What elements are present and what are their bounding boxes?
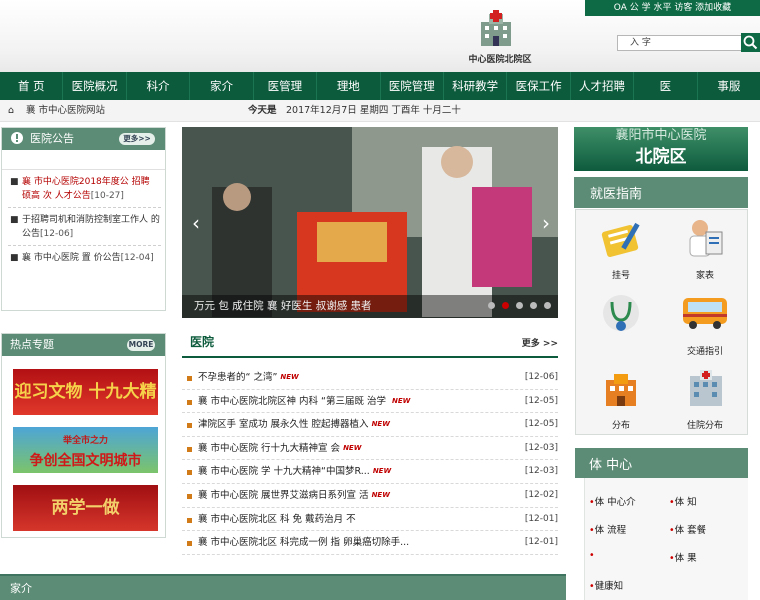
- tijian-title: 体 中心: [589, 458, 633, 473]
- nav-experts[interactable]: 家介: [190, 72, 254, 100]
- slider-dot[interactable]: [544, 302, 551, 309]
- notice-header: 医院公告 更多>>: [2, 128, 165, 150]
- notice-panel: 医院公告 更多>> ■ 襄 市中心医院2018年度公 招聘 硕高 次 人才公告[1…: [1, 127, 166, 311]
- nav-departments[interactable]: 科介: [127, 72, 191, 100]
- nav-recruit[interactable]: 人才招聘: [571, 72, 635, 100]
- banner-civilized-city[interactable]: 举全市之力 争创全国文明城市: [13, 427, 158, 473]
- stethoscope-icon[interactable]: [598, 290, 644, 339]
- slider-dot[interactable]: [530, 302, 537, 309]
- guide-grid: 挂号 家表 交通指引 分布 住院分布: [575, 209, 748, 435]
- tijian-process-link[interactable]: •体 流程: [589, 522, 626, 536]
- main-nav: 首 页 医院概况 科介 家介 医管理 理地 医院管理 科研教学 医保工作 人才招…: [0, 72, 760, 100]
- search-input[interactable]: 入 字: [617, 35, 742, 51]
- nav-home[interactable]: 首 页: [0, 72, 64, 100]
- hot-topics-panel: 热点专题 MORE 迎习文物 十九大精神 举全市之力 争创全国文明城市 两学一做: [1, 333, 166, 538]
- search-icon: [743, 35, 758, 50]
- notice-title: 医院公告: [30, 132, 74, 145]
- notice-item[interactable]: ■ 襄 市中心医院2018年度公 招聘 硕高 次 人才公告[10-27]: [8, 170, 161, 208]
- notice-item[interactable]: ■ 襄 市中心医院 置 价公告[12-04]: [8, 246, 161, 269]
- nav-overview[interactable]: 医院概况: [63, 72, 127, 100]
- district-banner[interactable]: 襄阳市中心医院 北院区: [574, 127, 748, 171]
- slider-dot[interactable]: [488, 302, 495, 309]
- district-line1: 襄阳市中心医院: [615, 128, 707, 143]
- news-item[interactable]: 襄 市中心医院 展世界艾滋病日系列宣 活 NEW [12-02]: [182, 484, 558, 508]
- nav-culture[interactable]: 医: [634, 72, 698, 100]
- today-label: 今天是: [248, 105, 277, 116]
- news-item[interactable]: 不孕患者的“ 之湾” NEW [12-06]: [182, 366, 558, 390]
- news-item[interactable]: 襄 市中心医院 学 十九大精神“中国梦R... NEW [12-03]: [182, 460, 558, 484]
- doctor-schedule-icon[interactable]: [682, 216, 728, 265]
- notice-more-link[interactable]: 更多>>: [119, 133, 155, 145]
- experts-bar: 家介: [0, 574, 566, 600]
- nav-medical-mgmt[interactable]: 医管理: [254, 72, 318, 100]
- tijian-notice-link[interactable]: •体 知: [669, 494, 697, 508]
- nav-research[interactable]: 科研教学: [444, 72, 508, 100]
- guide-label-inpatient[interactable]: 住院分布: [670, 418, 740, 431]
- hot-topics-more-link[interactable]: MORE: [127, 339, 155, 351]
- news-header: 医院 更多 >>: [182, 330, 558, 358]
- guide-header: 就医指南: [574, 177, 748, 208]
- slider-dot[interactable]: [502, 302, 509, 309]
- bus-icon[interactable]: [680, 292, 730, 335]
- nav-nursing[interactable]: 理地: [317, 72, 381, 100]
- hospital-logo-icon: [477, 8, 515, 48]
- news-item[interactable]: 襄 市中心医院北区 科完成一例 指 卵巢癌切除手... [12-01]: [182, 531, 558, 555]
- tijian-header: 体 中心: [575, 448, 748, 478]
- guide-label-distribution[interactable]: 分布: [586, 418, 656, 431]
- slide-caption: 万元 包 成住院 襄 好医生 叔谢感 患者: [194, 300, 372, 312]
- district-line2: 北院区: [635, 147, 687, 167]
- tijian-panel: •体 中心介 •体 知 •体 流程 •体 套餐 • •体 果 •健康知: [584, 478, 748, 600]
- notice-icon: [10, 131, 24, 153]
- hot-topics-title: 热点专题: [10, 338, 54, 351]
- news-list: 不孕患者的“ 之湾” NEW [12-06] 襄 市中心医院北院区神 内科 “第三届…: [182, 366, 558, 555]
- guide-label-registration[interactable]: 挂号: [586, 268, 656, 281]
- nav-hospital-mgmt[interactable]: 医院管理: [381, 72, 444, 100]
- hot-topics-header: 热点专题 MORE: [2, 334, 165, 356]
- tijian-intro-link[interactable]: •体 中心介: [589, 494, 636, 508]
- slider-dots: [488, 302, 551, 309]
- hospital-building-icon[interactable]: [684, 368, 728, 413]
- news-item[interactable]: 襄 市中心医院北区 科 免 戴药治月 不 [12-01]: [182, 508, 558, 532]
- banner-study[interactable]: 迎习文物 十九大精神: [13, 369, 158, 448]
- site-name: 中心医院北院区: [468, 55, 532, 65]
- search-button[interactable]: [741, 33, 760, 52]
- slider-prev-arrow[interactable]: ‹: [192, 211, 200, 235]
- tijian-health-link[interactable]: •健康知: [589, 578, 623, 592]
- slider-next-arrow[interactable]: ›: [542, 211, 550, 235]
- current-date: 2017年12月7日 星期四 丁酉年 十月二十: [286, 105, 461, 116]
- news-more-link[interactable]: 更多 >>: [522, 336, 558, 349]
- top-links[interactable]: OA 公 学 水平 访客 添加收藏: [585, 0, 760, 16]
- nav-services[interactable]: 事服: [698, 72, 760, 100]
- registration-icon[interactable]: [598, 218, 644, 265]
- guide-label-transport[interactable]: 交通指引: [670, 344, 740, 357]
- tijian-package-link[interactable]: •体 套餐: [669, 522, 706, 536]
- building-map-icon[interactable]: [600, 370, 644, 413]
- news-item[interactable]: 襄 市中心医院 行十九大精神宣 会 NEW [12-03]: [182, 437, 558, 461]
- tijian-results-link[interactable]: •体 果: [669, 550, 697, 564]
- guide-title: 就医指南: [590, 187, 643, 202]
- nav-insurance[interactable]: 医保工作: [507, 72, 571, 100]
- guide-label-schedule[interactable]: 家表: [670, 268, 740, 281]
- banner-two-studies[interactable]: 两学一做: [13, 485, 158, 531]
- experts-title[interactable]: 家介: [10, 580, 32, 596]
- tijian-item-blank[interactable]: •: [589, 550, 595, 561]
- news-item[interactable]: 津院区手 室成功 展永久性 腔起搏器植入 NEW [12-05]: [182, 413, 558, 437]
- info-bar: ⌂ 襄 市中心医院网站 今天是 2017年12月7日 星期四 丁酉年 十月二十: [0, 100, 760, 122]
- home-icon: ⌂: [8, 105, 15, 116]
- slider-dot[interactable]: [516, 302, 523, 309]
- notice-list: ■ 襄 市中心医院2018年度公 招聘 硕高 次 人才公告[10-27] ■ 于招聘…: [2, 170, 165, 269]
- notice-item[interactable]: ■ 于招聘司机和消防控制室工作人 的公告[12-06]: [8, 208, 161, 246]
- welcome-text: 襄 市中心医院网站: [26, 105, 106, 116]
- slide-photo: [182, 127, 558, 318]
- news-title: 医院: [190, 335, 215, 349]
- news-item[interactable]: 襄 市中心医院北院区神 内科 “第三届既 治学 NEW [12-05]: [182, 390, 558, 414]
- photo-slider[interactable]: ‹ › 万元 包 成住院 襄 好医生 叔谢感 患者: [182, 127, 558, 318]
